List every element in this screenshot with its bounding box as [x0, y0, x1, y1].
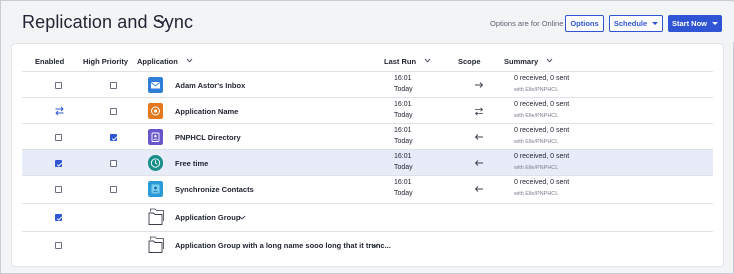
chevron-down-icon[interactable] — [371, 243, 379, 248]
column-scope[interactable]: Scope — [458, 57, 481, 66]
folder-group-icon — [148, 208, 164, 225]
bidirectional-arrows-icon — [474, 107, 484, 116]
enabled-checkbox[interactable] — [55, 242, 62, 249]
target-icon — [148, 103, 163, 119]
last-run-time: 16:01 — [394, 101, 412, 108]
enabled-checkbox[interactable] — [55, 134, 62, 141]
enabled-checkbox[interactable] — [55, 82, 62, 89]
sync-icon[interactable] — [54, 106, 65, 116]
high-priority-checkbox[interactable] — [110, 108, 117, 115]
summary-text: 0 received, 0 sent — [514, 75, 570, 82]
column-application[interactable]: Application — [137, 57, 193, 66]
chevron-down-icon[interactable] — [238, 215, 246, 220]
page-header: Replication and Sync Options are for Onl… — [2, 2, 734, 42]
high-priority-checkbox[interactable] — [110, 82, 117, 89]
last-run-day: Today — [394, 190, 413, 197]
table-row[interactable]: PNPHCL Directory 16:01 Today 0 received,… — [22, 123, 713, 149]
last-run-day: Today — [394, 138, 413, 145]
summary-text: 0 received, 0 sent — [514, 179, 570, 186]
column-enabled[interactable]: Enabled — [35, 57, 64, 66]
arrow-left-icon — [474, 134, 483, 140]
app-window: Replication and Sync Options are for Onl… — [0, 0, 734, 274]
enabled-checkbox[interactable] — [55, 214, 63, 221]
high-priority-checkbox[interactable] — [110, 160, 117, 167]
last-run-day: Today — [394, 164, 413, 171]
arrow-right-icon — [475, 82, 484, 88]
last-run-time: 16:01 — [394, 127, 412, 134]
summary-text: 0 received, 0 sent — [514, 101, 570, 108]
summary-text: 0 received, 0 sent — [514, 153, 570, 160]
application-name: Adam Astor's Inbox — [175, 81, 246, 90]
caret-down-icon — [712, 22, 718, 25]
clock-icon — [148, 155, 163, 171]
enabled-checkbox[interactable] — [55, 160, 63, 167]
summary-subtext: with Elle/PNPHCL — [514, 87, 559, 93]
mail-icon — [148, 77, 163, 93]
checkmark-icon — [111, 136, 118, 141]
page-title: Replication and Sync — [22, 12, 194, 32]
table-row[interactable]: Adam Astor's Inbox 16:01 Today 0 receive… — [22, 71, 713, 97]
start-now-button[interactable]: Start Now — [668, 15, 722, 32]
application-name: Synchronize Contacts — [175, 185, 254, 194]
start-now-button-label: Start Now — [671, 19, 707, 28]
column-last-run[interactable]: Last Run — [384, 57, 431, 66]
last-run-time: 16:01 — [394, 75, 412, 82]
options-note: Options are for Online — [490, 19, 564, 28]
application-name: Free time — [175, 159, 209, 168]
column-summary[interactable]: Summary — [504, 57, 553, 66]
table-row[interactable]: Synchronize Contacts 16:01 Today 0 recei… — [22, 175, 713, 201]
chevron-down-icon — [424, 58, 431, 63]
group-name: Application Group with a long name sooo … — [175, 241, 391, 250]
options-button[interactable]: Options — [565, 15, 604, 32]
options-button-label: Options — [570, 19, 599, 28]
high-priority-checkbox[interactable] — [110, 134, 118, 141]
table-row[interactable]: Application Name 16:01 Today 0 received,… — [22, 97, 713, 123]
directory-icon — [148, 129, 163, 145]
group-name: Application Group — [175, 213, 241, 222]
chevron-down-icon[interactable] — [157, 18, 167, 25]
checkmark-icon — [56, 216, 63, 221]
application-name: PNPHCL Directory — [175, 133, 241, 142]
arrow-left-icon — [474, 186, 483, 192]
table-row[interactable]: Free time 16:01 Today 0 received, 0 sent… — [22, 149, 713, 175]
application-name: Application Name — [175, 107, 239, 116]
arrow-left-icon — [474, 160, 483, 166]
enabled-checkbox[interactable] — [55, 186, 62, 193]
group-row[interactable]: Application Group with a long name sooo … — [22, 231, 713, 257]
caret-down-icon — [652, 22, 659, 25]
summary-subtext: with Elle/PNPHCL — [514, 113, 559, 119]
summary-subtext: with Elle/PNPHCL — [514, 165, 559, 171]
checkmark-icon — [56, 162, 63, 167]
schedule-button[interactable]: Schedule — [609, 15, 663, 32]
chevron-down-icon — [546, 58, 553, 63]
group-row[interactable]: Application Group — [22, 203, 713, 229]
last-run-day: Today — [394, 86, 413, 93]
last-run-time: 16:01 — [394, 153, 412, 160]
contacts-icon — [148, 181, 163, 197]
summary-subtext: with Elle/PNPHCL — [514, 139, 559, 145]
chevron-down-icon — [186, 58, 193, 63]
summary-text: 0 received, 0 sent — [514, 127, 570, 134]
high-priority-checkbox[interactable] — [110, 186, 117, 193]
column-high-priority[interactable]: High Priority — [83, 57, 128, 66]
last-run-time: 16:01 — [394, 179, 412, 186]
replication-table: Enabled High Priority Application Last R… — [12, 44, 723, 266]
folder-group-icon — [148, 236, 164, 253]
summary-subtext: with Elle/PNPHCL — [514, 191, 559, 197]
last-run-day: Today — [394, 112, 413, 119]
schedule-button-label: Schedule — [613, 19, 648, 28]
